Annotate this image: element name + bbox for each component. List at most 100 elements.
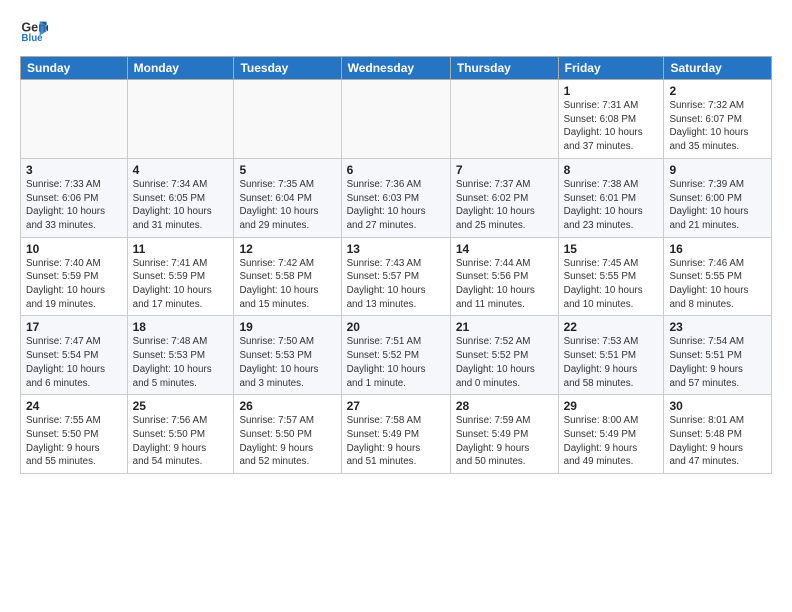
calendar-cell: 29Sunrise: 8:00 AM Sunset: 5:49 PM Dayli… — [558, 395, 664, 474]
calendar-cell: 28Sunrise: 7:59 AM Sunset: 5:49 PM Dayli… — [450, 395, 558, 474]
day-info: Sunrise: 7:50 AM Sunset: 5:53 PM Dayligh… — [239, 335, 335, 390]
calendar-cell: 4Sunrise: 7:34 AM Sunset: 6:05 PM Daylig… — [127, 158, 234, 237]
day-info: Sunrise: 7:35 AM Sunset: 6:04 PM Dayligh… — [239, 178, 335, 233]
day-info: Sunrise: 7:41 AM Sunset: 5:59 PM Dayligh… — [133, 257, 229, 312]
day-number: 26 — [239, 399, 335, 413]
day-info: Sunrise: 7:51 AM Sunset: 5:52 PM Dayligh… — [347, 335, 445, 390]
weekday-header-row: SundayMondayTuesdayWednesdayThursdayFrid… — [21, 57, 772, 80]
day-number: 14 — [456, 242, 553, 256]
day-number: 16 — [669, 242, 766, 256]
calendar-cell: 23Sunrise: 7:54 AM Sunset: 5:51 PM Dayli… — [664, 316, 772, 395]
day-info: Sunrise: 7:38 AM Sunset: 6:01 PM Dayligh… — [564, 178, 659, 233]
day-number: 23 — [669, 320, 766, 334]
calendar-cell: 2Sunrise: 7:32 AM Sunset: 6:07 PM Daylig… — [664, 80, 772, 159]
day-info: Sunrise: 7:45 AM Sunset: 5:55 PM Dayligh… — [564, 257, 659, 312]
day-info: Sunrise: 7:47 AM Sunset: 5:54 PM Dayligh… — [26, 335, 122, 390]
day-info: Sunrise: 7:43 AM Sunset: 5:57 PM Dayligh… — [347, 257, 445, 312]
calendar: SundayMondayTuesdayWednesdayThursdayFrid… — [20, 56, 772, 474]
weekday-header-tuesday: Tuesday — [234, 57, 341, 80]
week-row-3: 10Sunrise: 7:40 AM Sunset: 5:59 PM Dayli… — [21, 237, 772, 316]
week-row-5: 24Sunrise: 7:55 AM Sunset: 5:50 PM Dayli… — [21, 395, 772, 474]
calendar-cell: 24Sunrise: 7:55 AM Sunset: 5:50 PM Dayli… — [21, 395, 128, 474]
calendar-cell: 27Sunrise: 7:58 AM Sunset: 5:49 PM Dayli… — [341, 395, 450, 474]
day-number: 8 — [564, 163, 659, 177]
day-number: 30 — [669, 399, 766, 413]
calendar-cell: 18Sunrise: 7:48 AM Sunset: 5:53 PM Dayli… — [127, 316, 234, 395]
day-number: 24 — [26, 399, 122, 413]
calendar-cell — [450, 80, 558, 159]
week-row-4: 17Sunrise: 7:47 AM Sunset: 5:54 PM Dayli… — [21, 316, 772, 395]
logo-icon: General Blue — [20, 16, 48, 44]
day-number: 22 — [564, 320, 659, 334]
day-number: 7 — [456, 163, 553, 177]
calendar-cell: 25Sunrise: 7:56 AM Sunset: 5:50 PM Dayli… — [127, 395, 234, 474]
header: General Blue — [20, 16, 772, 44]
day-number: 6 — [347, 163, 445, 177]
day-number: 18 — [133, 320, 229, 334]
day-number: 11 — [133, 242, 229, 256]
week-row-1: 1Sunrise: 7:31 AM Sunset: 6:08 PM Daylig… — [21, 80, 772, 159]
day-info: Sunrise: 7:54 AM Sunset: 5:51 PM Dayligh… — [669, 335, 766, 390]
day-info: Sunrise: 7:46 AM Sunset: 5:55 PM Dayligh… — [669, 257, 766, 312]
day-number: 13 — [347, 242, 445, 256]
day-number: 21 — [456, 320, 553, 334]
day-number: 19 — [239, 320, 335, 334]
day-number: 9 — [669, 163, 766, 177]
day-number: 12 — [239, 242, 335, 256]
day-number: 4 — [133, 163, 229, 177]
calendar-cell: 9Sunrise: 7:39 AM Sunset: 6:00 PM Daylig… — [664, 158, 772, 237]
day-info: Sunrise: 7:53 AM Sunset: 5:51 PM Dayligh… — [564, 335, 659, 390]
calendar-cell: 17Sunrise: 7:47 AM Sunset: 5:54 PM Dayli… — [21, 316, 128, 395]
week-row-2: 3Sunrise: 7:33 AM Sunset: 6:06 PM Daylig… — [21, 158, 772, 237]
day-number: 28 — [456, 399, 553, 413]
day-info: Sunrise: 7:44 AM Sunset: 5:56 PM Dayligh… — [456, 257, 553, 312]
weekday-header-friday: Friday — [558, 57, 664, 80]
calendar-cell — [127, 80, 234, 159]
logo: General Blue — [20, 16, 52, 44]
day-info: Sunrise: 7:33 AM Sunset: 6:06 PM Dayligh… — [26, 178, 122, 233]
calendar-cell: 7Sunrise: 7:37 AM Sunset: 6:02 PM Daylig… — [450, 158, 558, 237]
day-number: 25 — [133, 399, 229, 413]
calendar-cell — [21, 80, 128, 159]
day-info: Sunrise: 7:57 AM Sunset: 5:50 PM Dayligh… — [239, 414, 335, 469]
day-info: Sunrise: 7:36 AM Sunset: 6:03 PM Dayligh… — [347, 178, 445, 233]
day-info: Sunrise: 7:52 AM Sunset: 5:52 PM Dayligh… — [456, 335, 553, 390]
day-number: 3 — [26, 163, 122, 177]
calendar-cell: 1Sunrise: 7:31 AM Sunset: 6:08 PM Daylig… — [558, 80, 664, 159]
day-info: Sunrise: 7:58 AM Sunset: 5:49 PM Dayligh… — [347, 414, 445, 469]
day-info: Sunrise: 8:01 AM Sunset: 5:48 PM Dayligh… — [669, 414, 766, 469]
calendar-cell: 21Sunrise: 7:52 AM Sunset: 5:52 PM Dayli… — [450, 316, 558, 395]
day-number: 1 — [564, 84, 659, 98]
day-info: Sunrise: 7:32 AM Sunset: 6:07 PM Dayligh… — [669, 99, 766, 154]
weekday-header-thursday: Thursday — [450, 57, 558, 80]
calendar-cell: 16Sunrise: 7:46 AM Sunset: 5:55 PM Dayli… — [664, 237, 772, 316]
calendar-cell: 19Sunrise: 7:50 AM Sunset: 5:53 PM Dayli… — [234, 316, 341, 395]
day-info: Sunrise: 7:59 AM Sunset: 5:49 PM Dayligh… — [456, 414, 553, 469]
day-number: 29 — [564, 399, 659, 413]
calendar-cell: 15Sunrise: 7:45 AM Sunset: 5:55 PM Dayli… — [558, 237, 664, 316]
calendar-cell: 12Sunrise: 7:42 AM Sunset: 5:58 PM Dayli… — [234, 237, 341, 316]
day-info: Sunrise: 7:42 AM Sunset: 5:58 PM Dayligh… — [239, 257, 335, 312]
day-info: Sunrise: 7:37 AM Sunset: 6:02 PM Dayligh… — [456, 178, 553, 233]
calendar-cell — [234, 80, 341, 159]
calendar-cell — [341, 80, 450, 159]
calendar-cell: 14Sunrise: 7:44 AM Sunset: 5:56 PM Dayli… — [450, 237, 558, 316]
calendar-cell: 3Sunrise: 7:33 AM Sunset: 6:06 PM Daylig… — [21, 158, 128, 237]
calendar-cell: 6Sunrise: 7:36 AM Sunset: 6:03 PM Daylig… — [341, 158, 450, 237]
day-number: 10 — [26, 242, 122, 256]
calendar-cell: 26Sunrise: 7:57 AM Sunset: 5:50 PM Dayli… — [234, 395, 341, 474]
calendar-cell: 22Sunrise: 7:53 AM Sunset: 5:51 PM Dayli… — [558, 316, 664, 395]
weekday-header-saturday: Saturday — [664, 57, 772, 80]
calendar-cell: 13Sunrise: 7:43 AM Sunset: 5:57 PM Dayli… — [341, 237, 450, 316]
day-info: Sunrise: 7:48 AM Sunset: 5:53 PM Dayligh… — [133, 335, 229, 390]
day-number: 5 — [239, 163, 335, 177]
day-info: Sunrise: 7:31 AM Sunset: 6:08 PM Dayligh… — [564, 99, 659, 154]
day-info: Sunrise: 7:39 AM Sunset: 6:00 PM Dayligh… — [669, 178, 766, 233]
page: General Blue SundayMondayTuesdayWednesda… — [0, 0, 792, 484]
weekday-header-sunday: Sunday — [21, 57, 128, 80]
calendar-cell: 11Sunrise: 7:41 AM Sunset: 5:59 PM Dayli… — [127, 237, 234, 316]
day-info: Sunrise: 7:40 AM Sunset: 5:59 PM Dayligh… — [26, 257, 122, 312]
day-number: 17 — [26, 320, 122, 334]
day-number: 15 — [564, 242, 659, 256]
calendar-cell: 8Sunrise: 7:38 AM Sunset: 6:01 PM Daylig… — [558, 158, 664, 237]
